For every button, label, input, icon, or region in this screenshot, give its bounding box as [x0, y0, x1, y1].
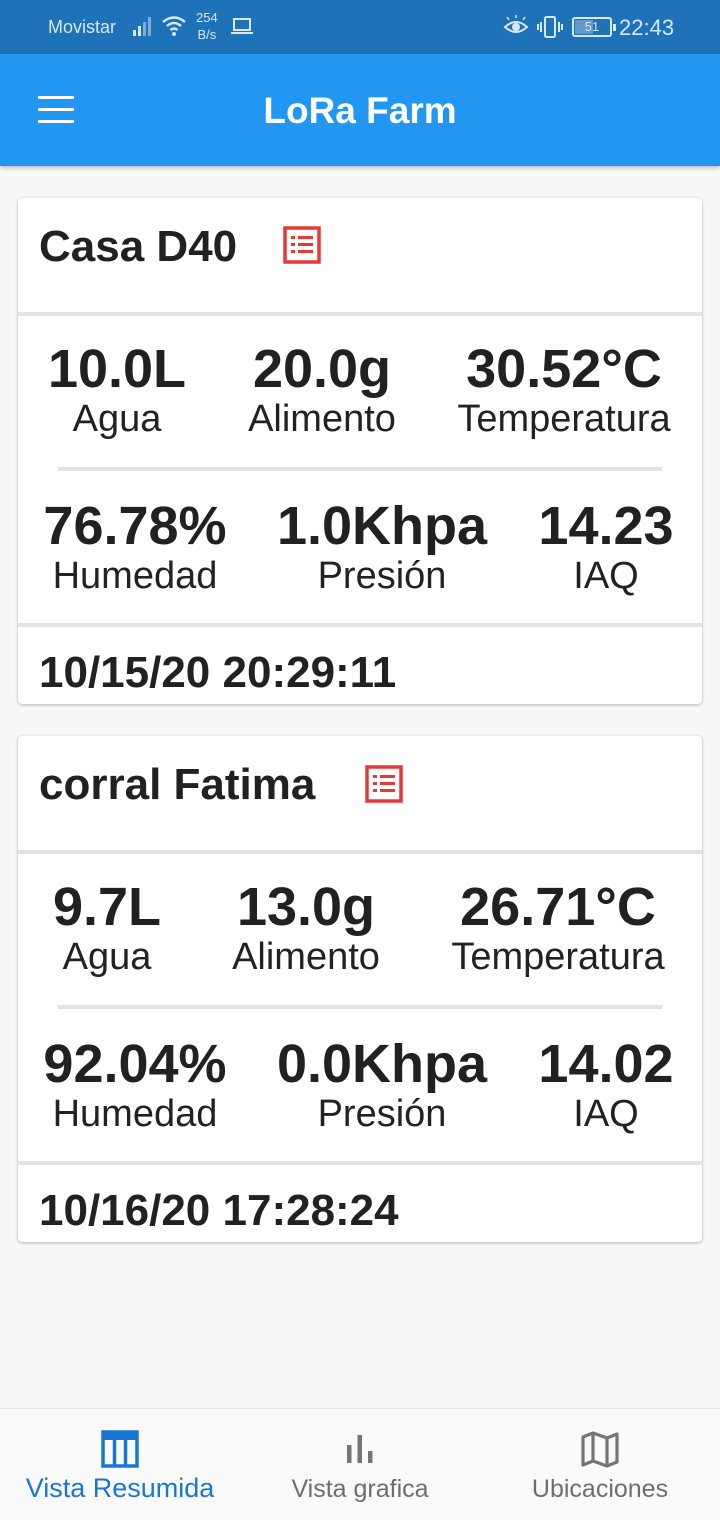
battery-icon: 51 [572, 17, 616, 37]
device-name: corral Fatima [39, 760, 316, 809]
metric-alimento: 13.0g Alimento [232, 876, 380, 979]
metric-temperatura: 26.71°C Temperatura [451, 876, 664, 979]
metric-value: 76.78% [43, 496, 227, 556]
last-updated-timestamp: 10/16/20 17:28:24 [39, 1186, 399, 1235]
divider [18, 1161, 702, 1165]
metric-value: 9.7L [52, 877, 162, 937]
metric-value: 92.04% [43, 1034, 227, 1094]
device-card: corral Fatima 9.7L Agua 13.0g Alimento 2… [18, 736, 702, 1242]
metric-label: Presión [317, 555, 447, 597]
nav-label: Ubicaciones [531, 1475, 669, 1503]
metric-label: Agua [72, 398, 162, 440]
last-updated-timestamp: 10/15/20 20:29:11 [39, 648, 397, 697]
metric-value: 13.0g [236, 877, 376, 937]
nav-item-ubicaciones[interactable]: Ubicaciones [480, 1409, 720, 1520]
metric-label: IAQ [573, 555, 639, 597]
clock: 22:43 [619, 15, 675, 40]
metric-value: 20.0g [252, 339, 392, 399]
map-icon [581, 1431, 619, 1468]
metric-iaq: 14.23 IAQ [538, 495, 673, 598]
metric-value: 14.02 [538, 1034, 674, 1094]
metric-label: Alimento [232, 936, 380, 978]
vibrate-icon [537, 16, 563, 38]
nav-label: Vista grafica [291, 1475, 429, 1503]
metric-temperatura: 30.52°C Temperatura [457, 338, 670, 441]
bottom-navigation: Vista Resumida Vista grafica Ubicaciones [0, 1408, 720, 1520]
nav-label: Vista Resumida [25, 1473, 215, 1503]
eye-comfort-icon [503, 15, 529, 33]
metric-label: Presión [317, 1093, 447, 1135]
battery-level: 51 [584, 19, 600, 34]
carrier-name: Movistar [48, 17, 117, 37]
device-card: Casa D40 10.0L Agua 20.0g Alimento 30.52… [18, 198, 702, 704]
metric-label: Agua [62, 936, 152, 978]
metric-agua: 9.7L Agua [53, 876, 161, 979]
metric-presion: 1.0Khpa Presión [277, 495, 487, 598]
divider [18, 623, 702, 627]
bar-chart-icon [347, 1435, 373, 1463]
device-name: Casa D40 [39, 222, 238, 271]
metric-humedad: 76.78% Humedad [43, 495, 226, 598]
nav-item-vista-grafica[interactable]: Vista grafica [240, 1409, 480, 1520]
table-icon [101, 1430, 139, 1468]
metric-label: Temperatura [457, 398, 671, 440]
network-speed-unit: B/s [197, 27, 217, 42]
metric-value: 26.71°C [460, 877, 656, 937]
list-icon[interactable] [365, 765, 403, 803]
metric-value: 10.0L [47, 339, 187, 399]
network-speed: 254 B/s [196, 9, 218, 43]
metric-agua: 10.0L Agua [48, 338, 186, 441]
metric-label: Humedad [52, 1093, 218, 1135]
metric-iaq: 14.02 IAQ [538, 1033, 673, 1136]
metric-label: Alimento [248, 398, 396, 440]
metric-divider [58, 1005, 662, 1009]
app-bar: LoRa Farm [0, 54, 720, 166]
metric-label: IAQ [573, 1093, 639, 1135]
network-speed-value: 254 [196, 10, 218, 25]
signal-icon [133, 17, 151, 36]
metric-label: Temperatura [451, 936, 665, 978]
divider [18, 850, 702, 854]
metric-value: 1.0Khpa [276, 496, 488, 556]
app-title: LoRa Farm [263, 90, 457, 131]
metric-humedad: 92.04% Humedad [43, 1033, 226, 1136]
divider [18, 312, 702, 316]
metric-divider [58, 467, 662, 471]
metric-value: 30.52°C [466, 339, 662, 399]
status-bar: Movistar 254 B/s 51 22:43 [0, 0, 720, 54]
metric-presion: 0.0Khpa Presión [277, 1033, 487, 1136]
nav-item-vista-resumida[interactable]: Vista Resumida [0, 1409, 240, 1520]
metric-alimento: 20.0g Alimento [248, 338, 396, 441]
metric-value: 14.23 [538, 496, 674, 556]
metric-value: 0.0Khpa [276, 1034, 488, 1094]
wifi-icon [162, 16, 186, 36]
metric-label: Humedad [52, 555, 218, 597]
laptop-icon [231, 18, 253, 34]
list-icon[interactable] [283, 226, 321, 264]
